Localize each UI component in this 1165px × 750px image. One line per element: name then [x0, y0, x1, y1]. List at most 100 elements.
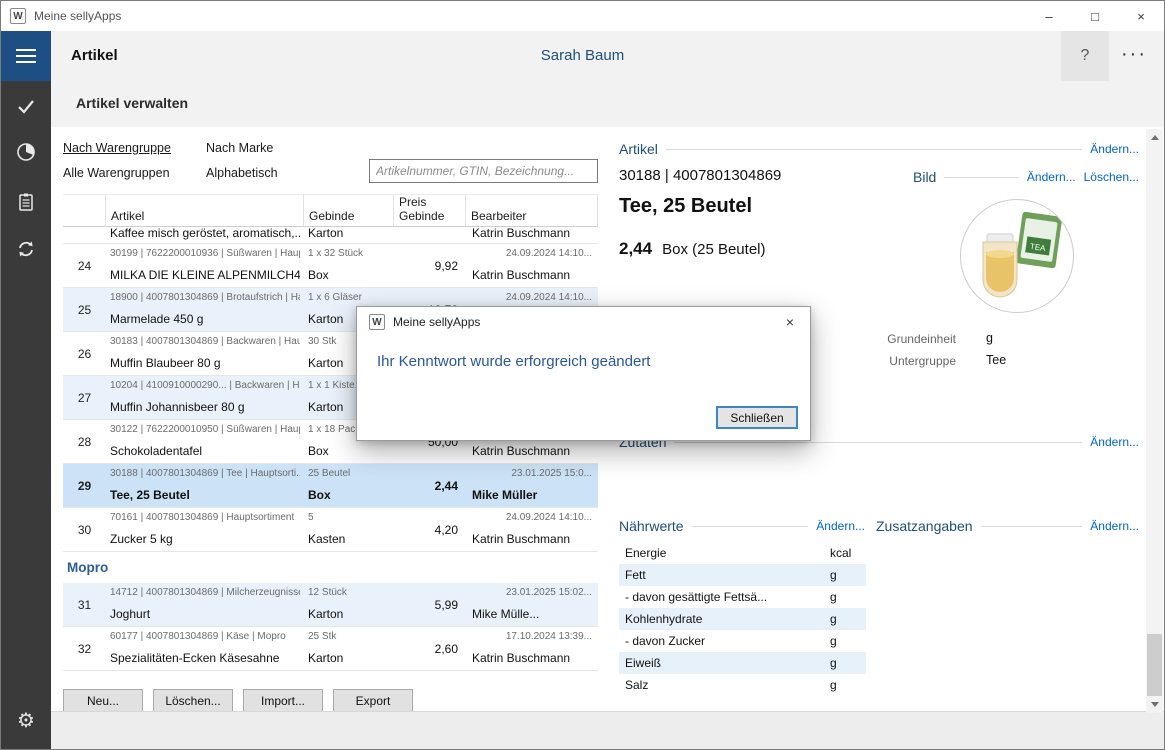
nutrient-table: EnergiekcalFettg- davon gesättigte Fetts…	[619, 542, 866, 696]
cell-row-number: 29	[63, 464, 106, 507]
filter-by-warengruppe[interactable]: Nach Warengruppe	[63, 141, 171, 155]
hamburger-menu-button[interactable]	[1, 31, 51, 81]
table-row[interactable]: 3070161 | 4007801304869 | Hauptsortiment…	[63, 508, 598, 552]
table-row[interactable]: 2930188 | 4007801304869 | Tee | Hauptsor…	[63, 464, 598, 508]
gebinde-einheit: Karton	[308, 651, 390, 665]
article-id-gtin: 30188 | 4007801304869	[619, 167, 781, 184]
user-name-button[interactable]: Sarah Baum	[541, 31, 624, 81]
nutrient-unit: g	[830, 612, 866, 626]
artikel-change-link[interactable]: Ändern...	[1090, 142, 1139, 156]
nutrient-unit: g	[830, 568, 866, 582]
gebinde-menge: 12 Stück	[308, 587, 390, 599]
article-price: 2,44	[619, 239, 652, 259]
article-price-row: 2,44 Box (25 Beutel)	[619, 239, 765, 259]
sidebar-item-articles[interactable]	[1, 182, 51, 222]
cell-row-number: 26	[63, 332, 106, 375]
bild-change-link[interactable]: Ändern...	[1027, 170, 1076, 184]
artikel-name: Tee, 25 Beutel	[110, 488, 300, 502]
col-header-bearbeiter[interactable]: Bearbeiter	[466, 195, 598, 226]
zusatzangaben-change-link[interactable]: Ändern...	[1090, 519, 1139, 533]
new-button[interactable]: Neu...	[63, 689, 143, 712]
artikel-name: Zucker 5 kg	[110, 532, 300, 546]
artikel-meta: 10204 | 4100910000290... | Backwaren | H…	[110, 380, 300, 392]
warengruppe-header: Mopro	[63, 552, 598, 583]
gebinde-menge: 25 Stk	[308, 631, 390, 643]
section-heading: Artikel verwalten	[76, 95, 188, 111]
col-header-number[interactable]	[63, 195, 106, 226]
cell-bearbeiter: 23.01.2025 15:02...Mike Mülle...	[466, 583, 598, 626]
search-input[interactable]	[369, 159, 598, 183]
bearbeiter-name: Katrin Buschmann	[472, 227, 592, 240]
filter-all-warengruppen[interactable]: Alle Warengruppen	[63, 166, 170, 180]
table-row[interactable]: Kaffee misch geröstet, aromatisch,...Kar…	[63, 227, 598, 244]
article-name: Tee, 25 Beutel	[619, 195, 752, 218]
nutrient-name: Eiweiß	[619, 656, 830, 670]
gebinde-einheit: Box	[308, 444, 390, 458]
col-header-gebinde[interactable]: Gebinde	[304, 195, 394, 226]
cell-preis: 2,60	[394, 627, 466, 670]
minimize-button[interactable]: –	[1026, 1, 1072, 31]
nutrient-unit: g	[830, 634, 866, 648]
cell-row-number: 27	[63, 376, 106, 419]
cell-bearbeiter: 17.10.2024 13:39...Katrin Buschmann	[466, 627, 598, 670]
sidebar-item-tasks[interactable]	[1, 86, 51, 126]
naehrwerte-change-link[interactable]: Ändern...	[816, 519, 865, 533]
naehrwerte-section-title: Nährwerte	[619, 518, 684, 534]
nutrient-name: Fett	[619, 568, 830, 582]
subheader-strip: Artikel verwalten	[51, 81, 1164, 127]
dialog-schliessen-button[interactable]: Schließen	[716, 406, 798, 429]
gebinde-menge: 1 x 6 Gläser	[308, 292, 390, 304]
grundeinheit-value: g	[986, 331, 993, 345]
filter-alphabetical[interactable]: Alphabetisch	[206, 166, 278, 180]
table-row-clipped[interactable]: Kaffee misch geröstet, aromatisch,...Kar…	[63, 227, 598, 244]
import-button[interactable]: Import...	[243, 689, 323, 712]
sidebar-item-statistics[interactable]	[1, 132, 51, 172]
bild-delete-link[interactable]: Löschen...	[1084, 170, 1139, 184]
sync-icon	[16, 239, 36, 259]
cell-preis: 2,44	[394, 464, 466, 507]
delete-button[interactable]: Löschen...	[153, 689, 233, 712]
table-row[interactable]: 3114712 | 4007801304869 | Milcherzeugnis…	[63, 583, 598, 627]
export-button[interactable]: Export	[333, 689, 413, 712]
cell-artikel: Kaffee misch geröstet, aromatisch,...	[106, 227, 304, 244]
zutaten-change-link[interactable]: Ändern...	[1090, 435, 1139, 449]
app-window: { "window": { "title": "Meine sellyApps"…	[0, 0, 1165, 750]
cell-artikel: 10204 | 4100910000290... | Backwaren | H…	[106, 376, 304, 419]
divider	[692, 526, 809, 527]
nutrient-unit: g	[830, 656, 866, 670]
dialog-title: Meine sellyApps	[393, 315, 480, 329]
gebinde-menge: 5	[308, 512, 390, 524]
cell-preis: 5,99	[394, 583, 466, 626]
maximize-button[interactable]: □	[1072, 1, 1118, 31]
cell-bearbeiter: 23.01.2025 15:0...Mike Müller	[466, 464, 598, 507]
vertical-scrollbar[interactable]	[1146, 129, 1163, 713]
scroll-down-button[interactable]	[1146, 696, 1163, 713]
sidebar-item-sync[interactable]	[1, 229, 51, 269]
table-row[interactable]: 2430199 | 7622200010936 | Süßwaren | Hau…	[63, 244, 598, 288]
gebinde-einheit: Karton	[308, 607, 390, 621]
table-row[interactable]: 3260177 | 4007801304869 | Käse | MoproSp…	[63, 627, 598, 671]
more-options-button[interactable]: ···	[1112, 31, 1156, 81]
nutrient-name: Energie	[619, 546, 830, 560]
page-title: Artikel	[71, 31, 118, 81]
cell-row-number: 30	[63, 508, 106, 551]
table-actions: Neu... Löschen... Import... Export	[63, 689, 423, 712]
close-button[interactable]: ×	[1118, 1, 1164, 31]
gebinde-menge: 1 x 32 Stück	[308, 248, 390, 260]
bearbeiter-datum: 24.09.2024 14:10...	[472, 292, 592, 304]
col-header-artikel[interactable]: Artikel	[106, 195, 304, 226]
sidebar-item-settings[interactable]: ⚙	[1, 701, 51, 741]
col-header-preis-gebinde[interactable]: PreisGebinde	[394, 195, 466, 226]
nutrient-row: Salzg	[619, 674, 866, 696]
cell-row-number: 31	[63, 583, 106, 626]
filter-by-marke[interactable]: Nach Marke	[206, 141, 273, 155]
gear-icon: ⚙	[17, 711, 35, 731]
dialog-close-icon[interactable]: ×	[770, 307, 810, 337]
nutrient-row: - davon gesättigte Fettsä...g	[619, 586, 866, 608]
scroll-up-button[interactable]	[1146, 129, 1163, 146]
scrollbar-thumb[interactable]	[1147, 634, 1162, 696]
dialog-logo-icon: W	[369, 314, 385, 330]
sidebar: ⚙	[1, 81, 51, 749]
gebinde-einheit: Box	[308, 268, 390, 282]
help-button[interactable]: ?	[1061, 31, 1109, 81]
